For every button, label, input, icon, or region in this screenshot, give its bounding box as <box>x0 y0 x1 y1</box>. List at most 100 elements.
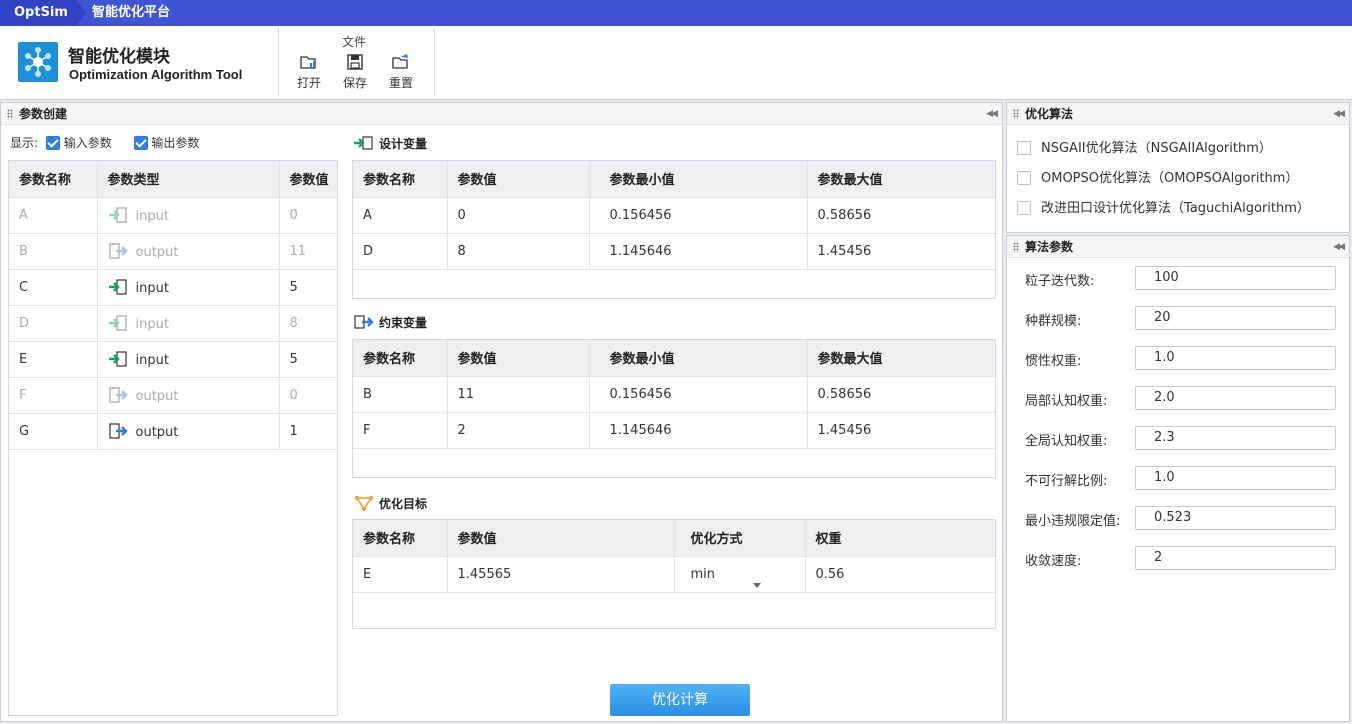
var-max[interactable]: 0.58656 <box>807 197 995 234</box>
dropdown-arrow-icon[interactable] <box>752 582 761 588</box>
optimize-button[interactable]: 优化计算 <box>610 684 750 716</box>
var-min[interactable]: 0.156456 <box>589 197 808 234</box>
objectives-label: 优化目标 <box>379 497 428 511</box>
param-name: F <box>9 377 98 414</box>
algo-param-label: 种群规模: <box>1025 314 1082 329</box>
algo-param-input[interactable]: 1.0 <box>1135 346 1336 370</box>
ribbon-divider <box>434 28 435 96</box>
grip-icon[interactable] <box>7 109 13 119</box>
reset-button[interactable]: 重置 <box>386 52 416 91</box>
var-name: A <box>353 197 448 234</box>
table-row[interactable]: E 1.45565 min 0.56 <box>353 556 995 593</box>
algo-param-input[interactable]: 100 <box>1135 266 1336 290</box>
grip-icon[interactable] <box>1013 109 1019 119</box>
param-value[interactable]: 0 <box>279 377 337 414</box>
table-row[interactable]: Boutput 11 <box>9 233 337 270</box>
param-value[interactable]: 1 <box>279 413 337 450</box>
param-value[interactable]: 0 <box>279 197 337 234</box>
col-header[interactable]: 参数最大值 <box>807 161 995 198</box>
param-name: B <box>9 233 98 270</box>
panel-header: 参数创建 ◀◀ <box>1 103 1002 125</box>
col-header[interactable]: 参数值 <box>447 340 590 377</box>
collapse-icon[interactable]: ◀◀ <box>986 103 998 125</box>
col-header[interactable]: 参数最大值 <box>807 340 995 377</box>
optimize-mode-select[interactable]: min <box>674 556 806 593</box>
checkbox-unchecked-icon <box>1017 171 1031 185</box>
param-name: D <box>9 305 98 342</box>
param-type: input <box>97 269 280 306</box>
objective-value[interactable]: 1.45565 <box>447 556 675 593</box>
table-row[interactable]: Dinput 8 <box>9 305 337 342</box>
show-label: 显示: <box>10 136 39 150</box>
save-button[interactable]: 保存 <box>340 52 370 91</box>
table-row[interactable]: B 11 0.156456 0.58656 <box>353 376 995 413</box>
table-row[interactable]: Foutput 0 <box>9 377 337 414</box>
output-arrow-icon <box>354 315 374 329</box>
param-value[interactable]: 5 <box>279 341 337 378</box>
table-row[interactable]: A 0 0.156456 0.58656 <box>353 197 995 234</box>
col-header[interactable]: 参数最小值 <box>589 340 808 377</box>
var-max[interactable]: 0.58656 <box>807 376 995 413</box>
objective-weight[interactable]: 0.56 <box>805 556 995 593</box>
module-title: 智能优化模块 <box>68 47 170 67</box>
var-min[interactable]: 0.156456 <box>589 376 808 413</box>
param-value[interactable]: 5 <box>279 269 337 306</box>
algo-option-omopso[interactable]: OMOPSO优化算法（OMOPSOAlgorithm） <box>1017 167 1298 186</box>
param-type: output <box>97 377 280 414</box>
table-row[interactable]: Cinput 5 <box>9 269 337 306</box>
col-header[interactable]: 参数类型 <box>97 161 280 198</box>
algo-param-input[interactable]: 2.0 <box>1135 386 1336 410</box>
col-header[interactable]: 参数值 <box>447 520 675 557</box>
col-header[interactable]: 优化方式 <box>674 520 806 557</box>
var-max[interactable]: 1.45456 <box>807 412 995 449</box>
objective-name: E <box>353 556 448 593</box>
col-header[interactable]: 参数值 <box>279 161 337 198</box>
algo-param-label: 局部认知权重: <box>1025 394 1108 409</box>
algo-param-input[interactable]: 2 <box>1135 546 1336 570</box>
algo-param-input[interactable]: 20 <box>1135 306 1336 330</box>
table-row[interactable]: Einput 5 <box>9 341 337 378</box>
algo-param-input[interactable]: 0.523 <box>1135 506 1336 530</box>
table-row[interactable]: Goutput 1 <box>9 413 337 450</box>
algo-option-nsgaii[interactable]: NSGAII优化算法（NSGAIIAlgorithm） <box>1017 137 1272 156</box>
col-header[interactable]: 参数最小值 <box>589 161 808 198</box>
design-vars-title: 设计变量 <box>353 135 427 152</box>
var-min[interactable]: 1.145646 <box>589 412 808 449</box>
table-row[interactable]: Ainput 0 <box>9 197 337 234</box>
panel-title: 优化算法 <box>1025 107 1074 121</box>
param-value[interactable]: 8 <box>279 305 337 342</box>
col-header[interactable]: 参数名称 <box>353 520 448 557</box>
col-header[interactable]: 权重 <box>805 520 995 557</box>
show-input-checkbox[interactable]: 输入参数 <box>45 136 112 150</box>
col-header[interactable]: 参数名称 <box>353 340 448 377</box>
table-row[interactable]: D 8 1.145646 1.45456 <box>353 233 995 270</box>
module-logo-icon <box>18 42 58 82</box>
table-row[interactable]: F 2 1.145646 1.45456 <box>353 412 995 449</box>
algo-param-input[interactable]: 1.0 <box>1135 466 1336 490</box>
show-output-checkbox[interactable]: 输出参数 <box>133 136 199 150</box>
ribbon-divider <box>278 28 279 96</box>
checkbox-checked-icon <box>133 136 148 150</box>
input-arrow-icon <box>108 314 127 331</box>
collapse-icon[interactable]: ◀◀ <box>1333 236 1345 258</box>
var-name: F <box>353 412 448 449</box>
col-header[interactable]: 参数名称 <box>9 161 98 198</box>
var-max[interactable]: 1.45456 <box>807 233 995 270</box>
algo-option-taguchi[interactable]: 改进田口设计优化算法（TaguchiAlgorithm） <box>1017 197 1310 216</box>
var-min[interactable]: 1.145646 <box>589 233 808 270</box>
panel-header: 算法参数 ◀◀ <box>1007 236 1349 258</box>
col-header[interactable]: 参数值 <box>447 161 590 198</box>
collapse-icon[interactable]: ◀◀ <box>1333 103 1345 125</box>
checkbox-unchecked-icon <box>1017 201 1031 215</box>
output-arrow-icon <box>108 242 128 259</box>
param-type-label: input <box>135 208 169 224</box>
col-header[interactable]: 参数名称 <box>353 161 448 198</box>
checkbox-checked-icon <box>45 136 60 150</box>
grip-icon[interactable] <box>1013 242 1019 252</box>
param-type: input <box>97 341 280 378</box>
param-type-label: input <box>135 352 169 368</box>
algo-param-input[interactable]: 2.3 <box>1135 426 1336 450</box>
param-value[interactable]: 11 <box>279 233 337 270</box>
open-button[interactable]: 打开 <box>294 52 324 91</box>
var-name: D <box>353 233 448 270</box>
